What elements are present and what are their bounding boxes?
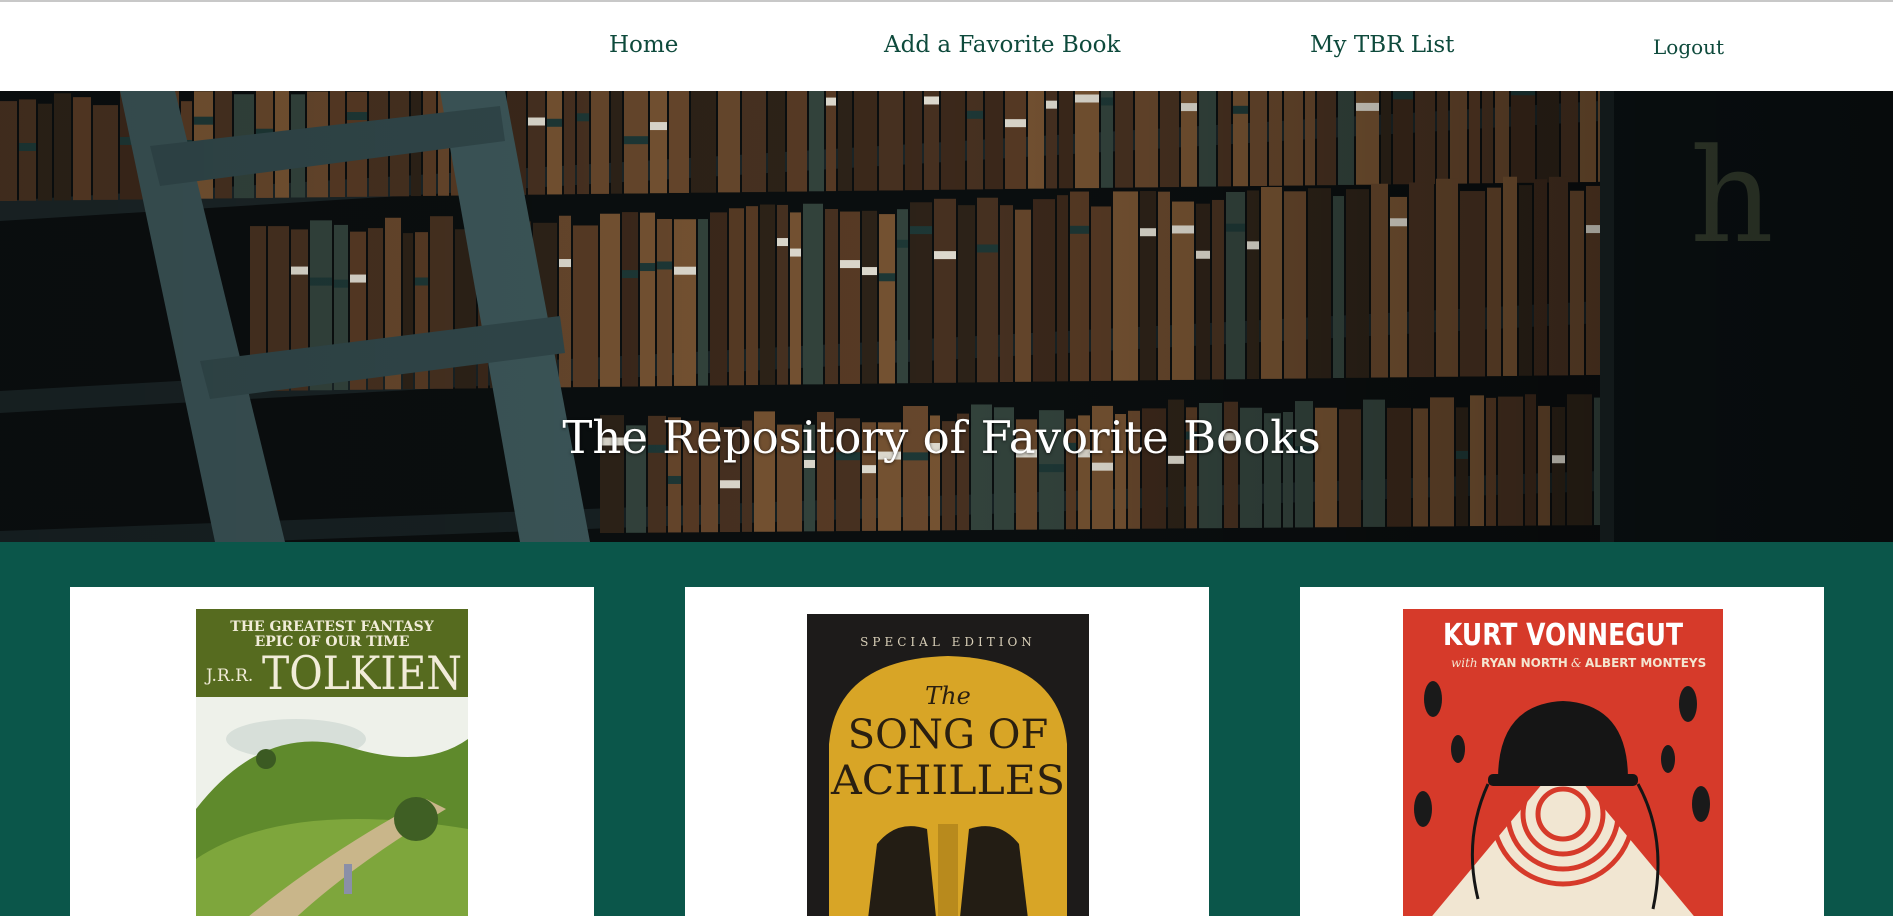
- svg-text:&: &: [1571, 656, 1582, 670]
- page-title: The Repository of Favorite Books: [562, 411, 1321, 464]
- nav-logout-link[interactable]: Logout: [1653, 35, 1724, 59]
- book-card[interactable]: KURT VONNEGUT with RYAN NORTH & ALBERT M…: [1300, 587, 1824, 916]
- top-navigation: Home Add a Favorite Book My TBR List Log…: [0, 2, 1893, 91]
- svg-text:KURT VONNEGUT: KURT VONNEGUT: [1443, 618, 1683, 653]
- svg-text:RYAN NORTH: RYAN NORTH: [1481, 656, 1568, 670]
- svg-text:THE GREATEST FANTASY: THE GREATEST FANTASY: [230, 619, 434, 635]
- svg-text:SONG OF: SONG OF: [848, 712, 1048, 758]
- book-cover-image[interactable]: THE GREATEST FANTASY EPIC OF OUR TIME J.…: [196, 609, 468, 916]
- svg-text:The: The: [925, 682, 971, 710]
- nav-add-favorite-book-link[interactable]: Add a Favorite Book: [884, 32, 1120, 58]
- svg-text:SPECIAL EDITION: SPECIAL EDITION: [860, 635, 1036, 649]
- svg-text:ACHILLES: ACHILLES: [830, 758, 1065, 804]
- svg-text:ALBERT MONTEYS: ALBERT MONTEYS: [1585, 656, 1706, 670]
- nav-my-tbr-list-link[interactable]: My TBR List: [1310, 32, 1454, 58]
- svg-text:with: with: [1451, 656, 1478, 670]
- bookshelf-background-image: h: [0, 91, 1893, 542]
- svg-text:J.R.R.: J.R.R.: [204, 666, 253, 686]
- book-cover-image[interactable]: KURT VONNEGUT with RYAN NORTH & ALBERT M…: [1403, 609, 1723, 916]
- favorite-books-section: THE GREATEST FANTASY EPIC OF OUR TIME J.…: [0, 542, 1893, 916]
- book-cover-image[interactable]: SPECIAL EDITION The SONG OF ACHILLES: [807, 614, 1089, 916]
- book-card[interactable]: SPECIAL EDITION The SONG OF ACHILLES: [685, 587, 1209, 916]
- nav-home-link[interactable]: Home: [609, 32, 678, 58]
- book-card[interactable]: THE GREATEST FANTASY EPIC OF OUR TIME J.…: [70, 587, 594, 916]
- hero-banner: h The Repository of Favorite Books: [0, 91, 1893, 542]
- svg-text:TOLKIEN: TOLKIEN: [262, 646, 462, 700]
